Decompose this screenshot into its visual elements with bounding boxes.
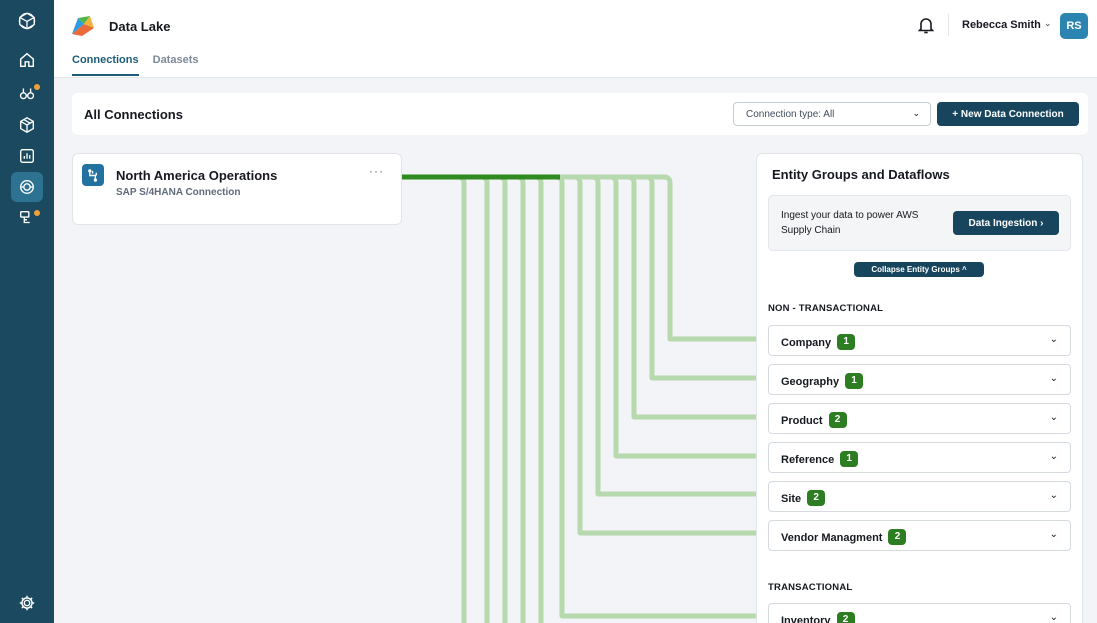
entity-group-company[interactable]: Company 1 ⌄ bbox=[768, 325, 1071, 356]
source-title: North America Operations bbox=[116, 168, 278, 183]
connection-type-select[interactable]: Connection type: All ⌄ bbox=[733, 102, 931, 126]
entity-group-vendor-management[interactable]: Vendor Managment 2 ⌄ bbox=[768, 520, 1071, 551]
entity-group-geography[interactable]: Geography 1 ⌄ bbox=[768, 364, 1071, 395]
entity-group-site[interactable]: Site 2 ⌄ bbox=[768, 481, 1071, 512]
avatar[interactable]: RS bbox=[1060, 13, 1088, 39]
chart-icon[interactable] bbox=[18, 147, 36, 165]
connection-type-value: Connection type: All bbox=[746, 109, 835, 120]
source-subtitle: SAP S/4HANA Connection bbox=[116, 187, 241, 198]
connector-icon bbox=[82, 164, 104, 186]
tab-bar: Connections Datasets bbox=[72, 54, 198, 76]
entity-group-product[interactable]: Product 2 ⌄ bbox=[768, 403, 1071, 434]
entity-group-reference[interactable]: Reference 1 ⌄ bbox=[768, 442, 1071, 473]
group-label: Product bbox=[781, 414, 823, 427]
count-badge: 2 bbox=[888, 529, 907, 545]
chevron-down-icon[interactable]: ⌄ bbox=[1044, 18, 1052, 29]
collapse-entity-groups-button[interactable]: Collapse Entity Groups ^ bbox=[854, 262, 984, 277]
count-badge: 1 bbox=[845, 373, 864, 389]
data-lake-icon[interactable] bbox=[18, 178, 36, 196]
chevron-down-icon: ⌄ bbox=[1049, 529, 1058, 540]
tab-connections[interactable]: Connections bbox=[72, 54, 139, 76]
chevron-down-icon: ⌄ bbox=[1049, 451, 1058, 462]
left-rail bbox=[0, 0, 54, 623]
count-badge: 2 bbox=[828, 412, 847, 428]
app-title: Data Lake bbox=[109, 19, 171, 34]
entity-group-inventory[interactable]: Inventory 2 ⌄ bbox=[768, 603, 1071, 623]
tab-datasets[interactable]: Datasets bbox=[153, 54, 199, 76]
group-label: Company bbox=[781, 336, 832, 349]
bell-icon[interactable] bbox=[917, 16, 935, 34]
chevron-down-icon: ⌄ bbox=[1049, 412, 1058, 423]
user-name[interactable]: Rebecca Smith bbox=[962, 19, 1041, 31]
notification-dot bbox=[34, 210, 40, 216]
top-header: Data Lake Connections Datasets Rebecca S… bbox=[54, 0, 1097, 78]
non-transactional-label: NON - TRANSACTIONAL bbox=[768, 303, 884, 314]
group-label: Site bbox=[781, 492, 802, 505]
group-label: Vendor Managment bbox=[781, 531, 883, 544]
count-badge: 1 bbox=[840, 451, 859, 467]
data-ingestion-button[interactable]: Data Ingestion › bbox=[953, 211, 1059, 235]
ingest-callout: Ingest your data to power AWS Supply Cha… bbox=[768, 195, 1071, 251]
group-label: Inventory bbox=[781, 614, 831, 623]
group-label: Reference bbox=[781, 453, 835, 466]
panel-title: Entity Groups and Dataflows bbox=[772, 167, 950, 182]
package-icon[interactable] bbox=[18, 116, 36, 134]
data-lake-logo-icon bbox=[70, 14, 96, 38]
chevron-down-icon: ⌄ bbox=[1049, 373, 1058, 384]
more-options-icon[interactable]: ··· bbox=[369, 164, 384, 178]
notification-dot bbox=[34, 84, 40, 90]
settings-icon[interactable] bbox=[18, 594, 36, 612]
chevron-down-icon: ⌄ bbox=[912, 108, 920, 118]
home-icon[interactable] bbox=[18, 51, 36, 69]
source-connection-card[interactable]: North America Operations SAP S/4HANA Con… bbox=[72, 153, 402, 225]
chevron-down-icon: ⌄ bbox=[1049, 334, 1058, 345]
entity-groups-panel: Entity Groups and Dataflows Ingest your … bbox=[756, 153, 1083, 623]
chevron-down-icon: ⌄ bbox=[1049, 612, 1058, 623]
count-badge: 2 bbox=[836, 612, 855, 623]
count-badge: 1 bbox=[837, 334, 856, 350]
connections-toolbar: All Connections Connection type: All ⌄ +… bbox=[72, 93, 1088, 135]
page-title: All Connections bbox=[84, 107, 183, 122]
cube-logo-icon[interactable] bbox=[18, 12, 36, 30]
divider bbox=[948, 14, 949, 36]
new-data-connection-button[interactable]: + New Data Connection bbox=[937, 102, 1079, 126]
chevron-down-icon: ⌄ bbox=[1049, 490, 1058, 501]
group-label: Geography bbox=[781, 375, 840, 388]
ingest-text: Ingest your data to power AWS Supply Cha… bbox=[781, 210, 919, 236]
count-badge: 2 bbox=[807, 490, 826, 506]
transactional-label: TRANSACTIONAL bbox=[768, 582, 853, 593]
